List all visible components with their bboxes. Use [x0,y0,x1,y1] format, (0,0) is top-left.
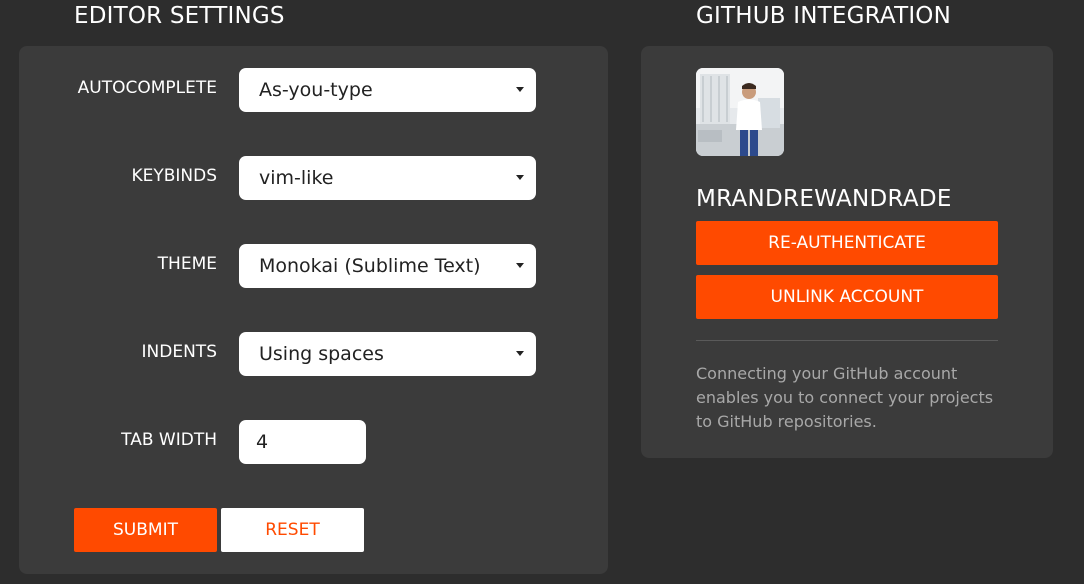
theme-label: THEME [157,254,217,274]
chevron-down-icon [516,263,524,268]
avatar [696,68,784,156]
autocomplete-value: As-you-type [259,79,373,101]
indents-value: Using spaces [259,343,384,365]
theme-select[interactable]: Monokai (Sublime Text) [239,244,536,288]
keybinds-value: vim-like [259,167,334,189]
tab-width-input[interactable]: 4 [239,420,366,464]
editor-settings-title: EDITOR SETTINGS [74,3,285,29]
indents-select[interactable]: Using spaces [239,332,536,376]
autocomplete-label: AUTOCOMPLETE [77,78,217,98]
chevron-down-icon [516,175,524,180]
divider [696,340,998,341]
avatar-photo [696,68,784,156]
unlink-account-button[interactable]: UNLINK ACCOUNT [696,275,998,319]
github-username: MRANDREWANDRADE [696,186,952,212]
submit-button[interactable]: SUBMIT [74,508,217,552]
chevron-down-icon [516,87,524,92]
editor-settings-panel: AUTOCOMPLETE As-you-type KEYBINDS vim-li… [19,46,608,574]
github-description: Connecting your GitHub account enables y… [696,364,994,431]
tab-width-label: TAB WIDTH [121,430,217,450]
chevron-down-icon [516,351,524,356]
indents-label: INDENTS [141,342,217,362]
github-integration-title: GITHUB INTEGRATION [696,3,952,29]
keybinds-label: KEYBINDS [131,166,217,186]
reset-button[interactable]: RESET [221,508,364,552]
re-authenticate-button[interactable]: RE-AUTHENTICATE [696,221,998,265]
theme-value: Monokai (Sublime Text) [259,255,481,277]
autocomplete-select[interactable]: As-you-type [239,68,536,112]
keybinds-select[interactable]: vim-like [239,156,536,200]
github-integration-panel: MRANDREWANDRADE RE-AUTHENTICATE UNLINK A… [641,46,1053,458]
